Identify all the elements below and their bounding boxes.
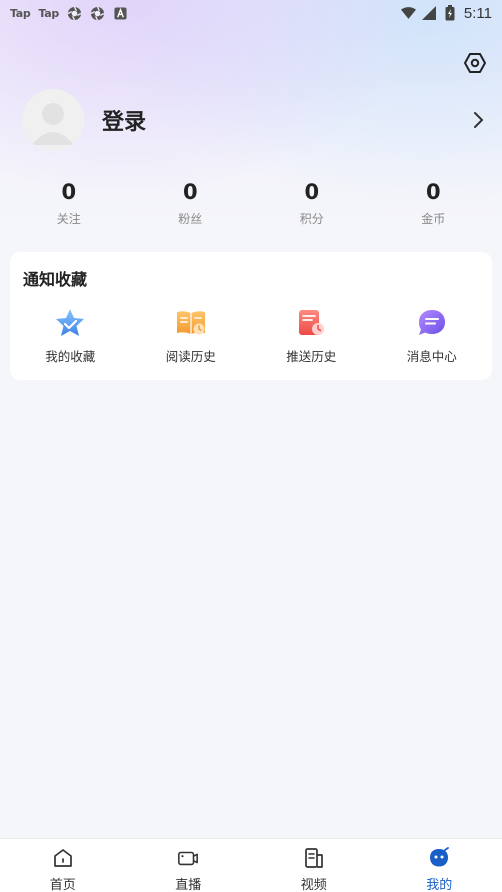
- stat-followers[interactable]: 0 粉丝: [130, 178, 252, 227]
- card-item-label: 消息中心: [406, 349, 457, 364]
- tap-icon: Tap: [38, 6, 59, 20]
- tab-label: 视频: [300, 878, 327, 892]
- stat-value: 0: [61, 180, 77, 204]
- my-favorites-button[interactable]: 我的收藏: [10, 306, 131, 365]
- signal-icon: [422, 6, 437, 21]
- card-item-label: 推送历史: [286, 349, 337, 364]
- status-bar-right: 5:11: [400, 4, 492, 22]
- avatar[interactable]: [22, 89, 84, 151]
- notice-favorites-card: 通知收藏 我的收藏 阅读历史 推送历史 消息中心: [10, 252, 492, 380]
- tab-label: 直播: [175, 878, 202, 892]
- tab-mine[interactable]: 我的: [377, 839, 502, 892]
- tab-label: 首页: [49, 878, 76, 892]
- reading-history-button[interactable]: 阅读历史: [131, 306, 252, 365]
- tab-video[interactable]: 视频: [251, 839, 377, 892]
- status-bar-left: Tap Tap: [10, 6, 128, 21]
- stat-following[interactable]: 0 关注: [8, 178, 130, 227]
- stat-label: 关注: [56, 212, 81, 226]
- stat-label: 积分: [299, 212, 324, 226]
- a-icon: [113, 6, 128, 21]
- tap-icon: Tap: [10, 6, 31, 20]
- user-stats: 0 关注 0 粉丝 0 积分 0 金币: [8, 178, 494, 227]
- settings-button[interactable]: [462, 50, 488, 76]
- wifi-icon: [400, 6, 416, 21]
- home-icon: [52, 847, 74, 869]
- stat-points[interactable]: 0 积分: [251, 178, 373, 227]
- card-item-label: 阅读历史: [165, 349, 216, 364]
- tab-label: 我的: [426, 878, 453, 892]
- aperture-icon: [67, 6, 82, 21]
- tab-live[interactable]: 直播: [126, 839, 252, 892]
- stat-value: 0: [425, 180, 441, 204]
- status-time: 5:11: [463, 4, 492, 22]
- login-label[interactable]: 登录: [102, 104, 468, 136]
- stat-label: 金币: [421, 212, 446, 226]
- bottom-tab-bar: 首页 直播 视频 我的: [0, 838, 502, 892]
- message-icon: [415, 306, 449, 340]
- battery-icon: [443, 5, 458, 21]
- stat-value: 0: [304, 180, 320, 204]
- chevron-right-icon[interactable]: [468, 110, 488, 130]
- push-history-icon: [294, 306, 328, 340]
- push-history-button[interactable]: 推送历史: [251, 306, 372, 365]
- profile-login-row[interactable]: 登录: [22, 88, 488, 152]
- stat-value: 0: [182, 180, 198, 204]
- stat-coins[interactable]: 0 金币: [373, 178, 495, 227]
- stat-label: 粉丝: [178, 212, 203, 226]
- message-center-button[interactable]: 消息中心: [372, 306, 493, 365]
- tab-home[interactable]: 首页: [0, 839, 126, 892]
- live-icon: [177, 847, 199, 869]
- status-bar: Tap Tap 5:11: [0, 0, 502, 26]
- settings-icon: [464, 53, 486, 73]
- aperture-icon: [90, 6, 105, 21]
- video-icon: [303, 847, 325, 869]
- card-items: 我的收藏 阅读历史 推送历史 消息中心: [10, 306, 492, 365]
- profile-icon: [428, 847, 450, 869]
- star-icon: [53, 306, 87, 340]
- card-item-label: 我的收藏: [45, 349, 96, 364]
- book-icon: [174, 306, 208, 340]
- card-title: 通知收藏: [23, 270, 88, 289]
